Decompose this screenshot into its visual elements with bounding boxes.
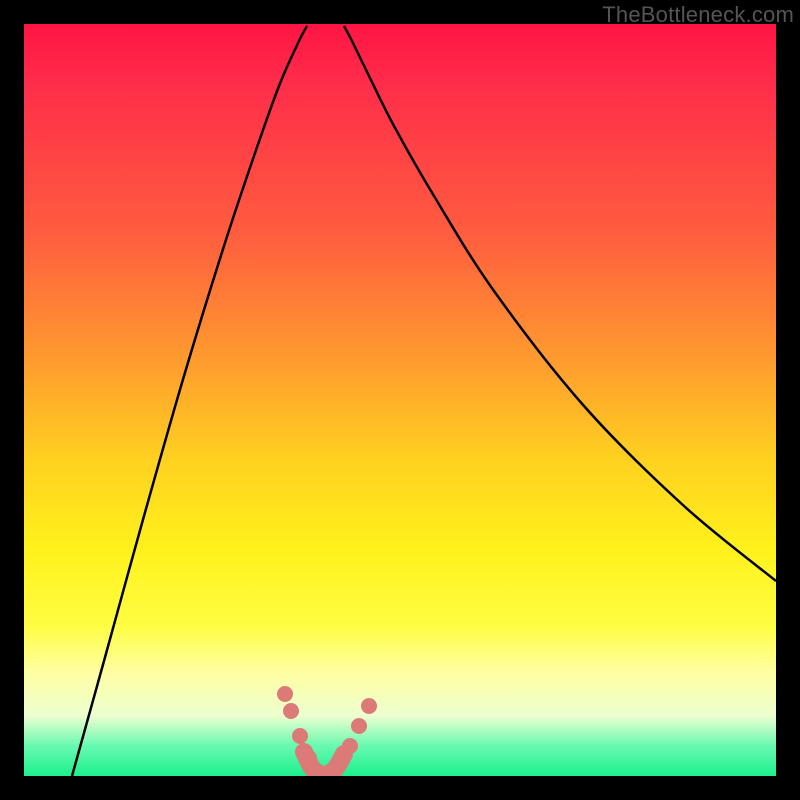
curve-right-curve (344, 26, 776, 581)
dot-left-3 (292, 728, 308, 744)
dot-left-4 (301, 750, 317, 766)
chart-svg (24, 24, 776, 776)
watermark-text: TheBottleneck.com (602, 2, 794, 28)
dot-right-3 (361, 698, 377, 714)
dot-left-1 (277, 686, 293, 702)
curve-left-curve (72, 26, 307, 776)
dot-right-1 (342, 738, 358, 754)
dot-left-2 (283, 703, 299, 719)
dot-right-2 (351, 718, 367, 734)
chart-frame (24, 24, 776, 776)
